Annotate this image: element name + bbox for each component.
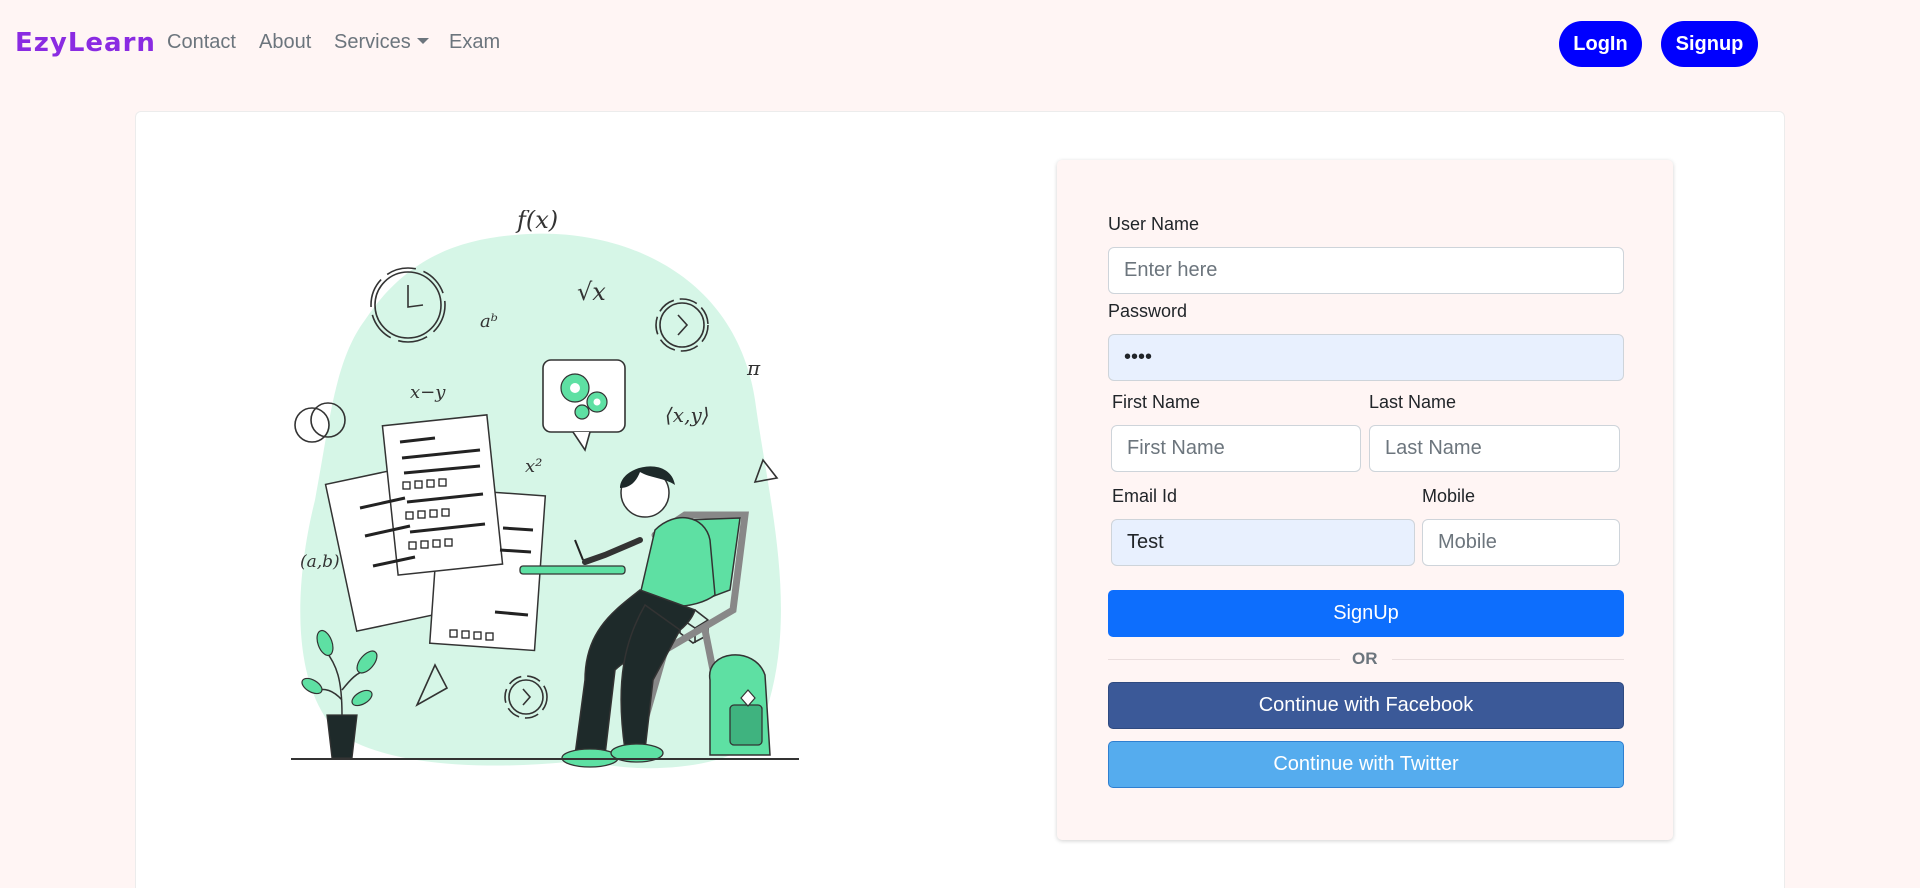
brand-logo[interactable]: EzyLearn — [15, 28, 156, 58]
password-label: Password — [1108, 301, 1188, 321]
password-input[interactable] — [1108, 334, 1624, 381]
svg-text:⟨x,y⟩: ⟨x,y⟩ — [665, 403, 710, 427]
signup-submit-button[interactable]: SignUp — [1108, 590, 1624, 637]
svg-text:aᵇ: aᵇ — [480, 311, 498, 332]
last-name-input[interactable] — [1369, 425, 1620, 472]
chevron-down-icon — [416, 38, 429, 44]
first-name-label: First Name — [1112, 392, 1201, 412]
nav-link-contact[interactable]: Contact — [167, 31, 236, 54]
nav-link-exam[interactable]: Exam — [449, 31, 500, 54]
signup-nav-button[interactable]: Signup — [1661, 21, 1758, 67]
twitter-login-button[interactable]: Continue with Twitter — [1108, 741, 1624, 788]
student-illustration: f(x) √x aᵇ x−y ⟨x,y⟩ x² (a,b) π — [291, 210, 799, 769]
email-label: Email Id — [1112, 486, 1178, 506]
username-input[interactable] — [1108, 247, 1624, 294]
svg-text:f(x): f(x) — [515, 210, 558, 234]
divider-left — [1108, 659, 1340, 660]
navbar: EzyLearn Contact About Services Exam Log… — [0, 0, 1920, 86]
nav-link-about[interactable]: About — [259, 31, 311, 54]
svg-text:x²: x² — [525, 456, 542, 477]
or-separator: OR — [1352, 649, 1378, 668]
mobile-input[interactable] — [1422, 519, 1620, 566]
nav-link-services-label: Services — [334, 31, 411, 53]
first-name-input[interactable] — [1111, 425, 1361, 472]
divider-right — [1392, 659, 1624, 660]
svg-text:x−y: x−y — [410, 382, 446, 403]
login-button[interactable]: LogIn — [1559, 21, 1642, 67]
svg-text:π: π — [746, 356, 761, 380]
last-name-label: Last Name — [1369, 392, 1457, 412]
svg-text:√x: √x — [577, 278, 606, 306]
nav-dropdown-services[interactable]: Services — [334, 31, 429, 54]
mobile-label: Mobile — [1422, 486, 1476, 506]
username-label: User Name — [1108, 214, 1200, 234]
svg-text:(a,b): (a,b) — [300, 552, 340, 572]
email-input[interactable] — [1111, 519, 1415, 566]
facebook-login-button[interactable]: Continue with Facebook — [1108, 682, 1624, 729]
